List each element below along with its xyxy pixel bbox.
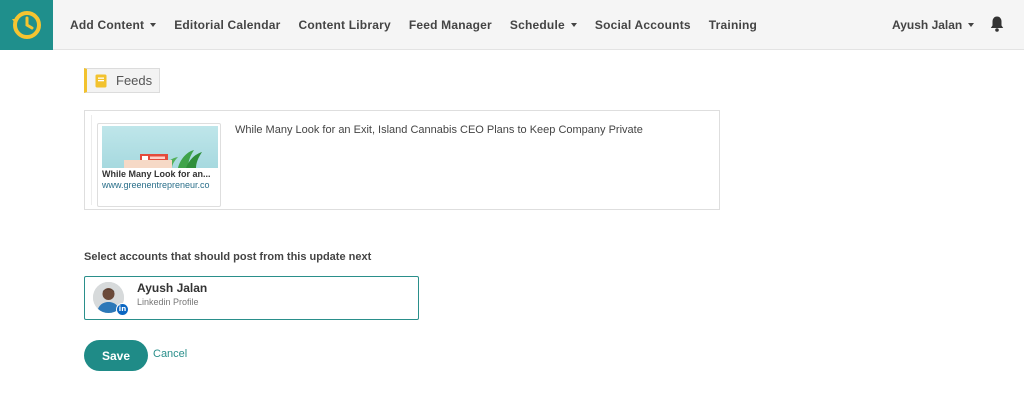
nav-label: Editorial Calendar — [174, 18, 281, 32]
account-option[interactable]: in Ayush Jalan Linkedin Profile — [84, 276, 419, 320]
main-nav: Add Content Editorial Calendar Content L… — [61, 0, 766, 50]
nav-feed-manager[interactable]: Feed Manager — [400, 0, 501, 50]
account-type: Linkedin Profile — [137, 297, 199, 307]
bell-icon[interactable] — [989, 15, 1005, 33]
nav-label: Add Content — [70, 18, 145, 32]
link-preview[interactable]: While Many Look for an... www.greenentre… — [97, 123, 221, 207]
select-accounts-label: Select accounts that should post from th… — [84, 251, 372, 263]
chevron-down-icon — [570, 23, 577, 27]
nav-training[interactable]: Training — [700, 0, 766, 50]
nav-content-library[interactable]: Content Library — [289, 0, 399, 50]
chevron-down-icon — [968, 23, 975, 27]
nav-add-content[interactable]: Add Content — [61, 0, 165, 50]
nav-label: Schedule — [509, 18, 565, 32]
nav-editorial-calendar[interactable]: Editorial Calendar — [165, 0, 289, 50]
nav-label: Social Accounts — [594, 18, 691, 32]
cancel-link[interactable]: Cancel — [153, 348, 187, 360]
preview-title: While Many Look for an... — [102, 169, 211, 179]
preview-url[interactable]: www.greenentrepreneur.co — [102, 180, 220, 190]
nav-schedule[interactable]: Schedule — [501, 0, 586, 50]
nav-label: Feed Manager — [408, 18, 492, 32]
nav-label: Content Library — [298, 18, 391, 32]
book-icon — [95, 74, 107, 87]
feed-item-card: While Many Look for an... www.greenentre… — [84, 110, 720, 210]
user-name: Ayush Jalan — [892, 18, 963, 32]
account-name: Ayush Jalan — [137, 281, 208, 295]
app-logo[interactable] — [0, 0, 53, 50]
linkedin-icon: in — [116, 303, 129, 316]
user-menu[interactable]: Ayush Jalan — [892, 0, 975, 50]
clock-logo-icon — [12, 11, 41, 39]
feeds-tag-label: Feeds — [116, 73, 153, 88]
feed-headline: While Many Look for an Exit, Island Cann… — [235, 124, 643, 136]
nav-label: Training — [708, 18, 758, 32]
top-navbar: Add Content Editorial Calendar Content L… — [0, 0, 1024, 50]
divider — [91, 115, 92, 205]
nav-social-accounts[interactable]: Social Accounts — [586, 0, 700, 50]
feeds-source-tag: Feeds — [84, 68, 160, 93]
chevron-down-icon — [150, 23, 157, 27]
save-button[interactable]: Save — [84, 340, 148, 371]
preview-thumbnail — [102, 126, 218, 168]
